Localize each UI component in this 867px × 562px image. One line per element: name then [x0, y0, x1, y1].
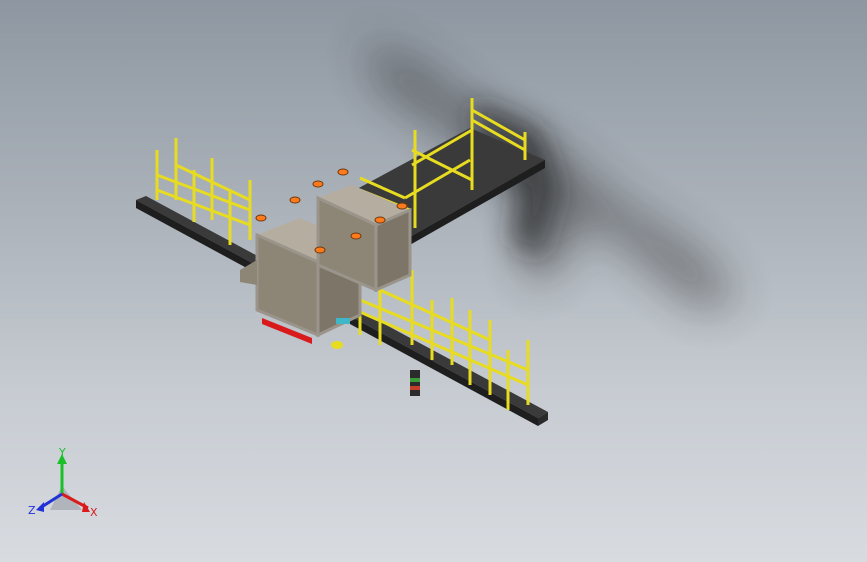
x-axis-label: X	[90, 506, 98, 519]
axis-triad: Y X Z	[26, 446, 106, 524]
y-axis-label: Y	[58, 448, 66, 459]
axis-triad-icon: Y X Z	[28, 446, 98, 519]
3d-viewport[interactable]: Y X Z	[0, 0, 867, 562]
cad-model-scene[interactable]	[0, 0, 867, 562]
z-axis-label: Z	[28, 504, 36, 517]
